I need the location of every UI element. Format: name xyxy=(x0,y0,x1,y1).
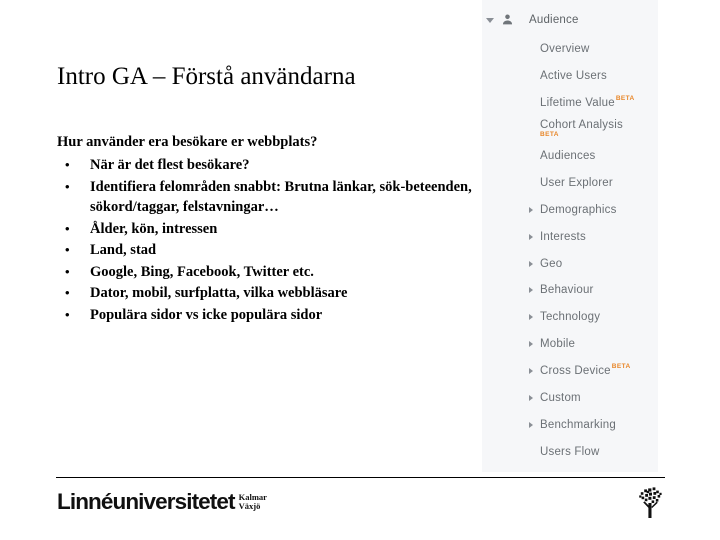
sidebar-item-label: User Explorer xyxy=(540,177,613,189)
sidebar-item-label: Cohort Analysis xyxy=(540,119,623,131)
tree-logo-icon xyxy=(636,486,664,520)
sidebar-section-label: Audience xyxy=(529,14,579,26)
sidebar-item-label: Users Flow xyxy=(540,446,600,458)
sidebar-item-label: Active Users xyxy=(540,70,607,82)
bullet-icon: • xyxy=(65,220,70,236)
sidebar-item-geo[interactable]: Geo xyxy=(482,251,658,277)
list-item: • När är det flest besökare? xyxy=(57,155,467,176)
sidebar-item-active-users[interactable]: Active Users xyxy=(482,63,658,89)
list-item: • Ålder, kön, intressen xyxy=(57,219,467,240)
list-item: • Dator, mobil, surfplatta, vilka webblä… xyxy=(57,283,467,304)
chevron-right-icon[interactable] xyxy=(529,314,533,320)
sidebar-item-audiences[interactable]: Audiences xyxy=(482,143,658,169)
beta-badge: BETA xyxy=(540,131,559,138)
footer-divider xyxy=(56,477,665,478)
sidebar-item-label: Audiences xyxy=(540,150,596,162)
sidebar-item-label: Behaviour xyxy=(540,284,594,296)
list-item: • Populära sidor vs icke populära sidor xyxy=(57,305,467,326)
sidebar-item-behaviour[interactable]: Behaviour xyxy=(482,277,658,303)
sidebar-item-demographics[interactable]: Demographics xyxy=(482,197,658,223)
page-title: Intro GA – Förstå användarna xyxy=(57,63,356,90)
university-logo: Linnéuniversitetet Kalmar Växjö xyxy=(57,490,267,514)
logo-wordmark: Linnéuniversitetet xyxy=(57,489,235,514)
list-item-label: Google, Bing, Facebook, Twitter etc. xyxy=(90,263,314,280)
logo-cities: Kalmar Växjö xyxy=(239,493,267,511)
list-item-label: Populära sidor vs icke populära sidor xyxy=(90,306,323,323)
sidebar-item-benchmarking[interactable]: Benchmarking xyxy=(482,412,658,438)
logo-city-vaxjo: Växjö xyxy=(238,501,261,511)
sidebar-item-label: Geo xyxy=(540,258,563,270)
bullet-icon: • xyxy=(65,242,70,257)
sidebar-section-audience[interactable]: Audience xyxy=(482,7,658,33)
sidebar-item-label: Cross Device xyxy=(540,365,611,377)
bullet-list: • När är det flest besökare? • Identifie… xyxy=(57,155,472,326)
bullet-icon: • xyxy=(65,157,70,172)
chevron-right-icon[interactable] xyxy=(529,287,533,293)
bullet-icon: • xyxy=(65,285,70,300)
sidebar-item-interests[interactable]: Interests xyxy=(482,224,658,250)
sidebar-item-cross-device[interactable]: Cross Device xyxy=(482,358,658,384)
ga-audience-sidebar: Audience Overview Active Users Lifetime Va… xyxy=(482,0,658,472)
bullet-icon: • xyxy=(65,306,70,322)
sidebar-item-label: Lifetime Value xyxy=(540,97,615,109)
beta-badge: BETA xyxy=(611,363,631,370)
list-item-label: Identifiera felområden snabbt: Brutna lä… xyxy=(90,178,472,216)
list-item: • Identifiera felområden snabbt: Brutna … xyxy=(57,177,490,218)
person-icon xyxy=(501,13,514,26)
sidebar-item-label: Demographics xyxy=(540,204,617,216)
sidebar-item-mobile[interactable]: Mobile xyxy=(482,331,658,357)
sidebar-item-custom[interactable]: Custom xyxy=(482,385,658,411)
body-lead-text: Hur använder era besökare er webbplats? xyxy=(57,134,318,150)
list-item-label: Dator, mobil, surfplatta, vilka webbläsa… xyxy=(90,285,348,301)
chevron-right-icon[interactable] xyxy=(529,234,533,240)
sidebar-item-label: Custom xyxy=(540,392,581,404)
sidebar-item-users-flow[interactable]: Users Flow xyxy=(482,439,658,465)
sidebar-item-label: Technology xyxy=(540,311,601,323)
sidebar-item-user-explorer[interactable]: User Explorer xyxy=(482,170,658,196)
bullet-icon: • xyxy=(65,263,70,279)
sidebar-item-label: Interests xyxy=(540,231,586,243)
sidebar-item-technology[interactable]: Technology xyxy=(482,304,658,330)
bullet-icon: • xyxy=(65,178,70,194)
list-item-label: Land, stad xyxy=(90,242,157,258)
list-item-label: Ålder, kön, intressen xyxy=(90,220,218,237)
chevron-right-icon[interactable] xyxy=(529,395,533,401)
chevron-right-icon[interactable] xyxy=(529,207,533,213)
sidebar-item-cohort-analysis[interactable]: Cohort Analysis xyxy=(482,112,658,138)
slide-canvas: Intro GA – Förstå användarna Hur använde… xyxy=(0,0,720,540)
sidebar-item-label: Overview xyxy=(540,43,590,55)
chevron-right-icon[interactable] xyxy=(529,368,533,374)
chevron-right-icon[interactable] xyxy=(529,261,533,267)
sidebar-item-overview[interactable]: Overview xyxy=(482,36,658,62)
sidebar-item-label: Mobile xyxy=(540,338,576,350)
slide-body: Hur använder era besökare er webbplats? … xyxy=(57,133,472,326)
list-item-label: När är det flest besökare? xyxy=(90,157,250,173)
sidebar-item-label: Benchmarking xyxy=(540,419,616,431)
chevron-right-icon[interactable] xyxy=(529,341,533,347)
list-item: • Google, Bing, Facebook, Twitter etc. xyxy=(57,262,467,283)
list-item: • Land, stad xyxy=(57,240,467,261)
beta-badge: BETA xyxy=(615,95,635,102)
chevron-right-icon[interactable] xyxy=(529,422,533,428)
chevron-down-icon[interactable] xyxy=(486,17,494,23)
